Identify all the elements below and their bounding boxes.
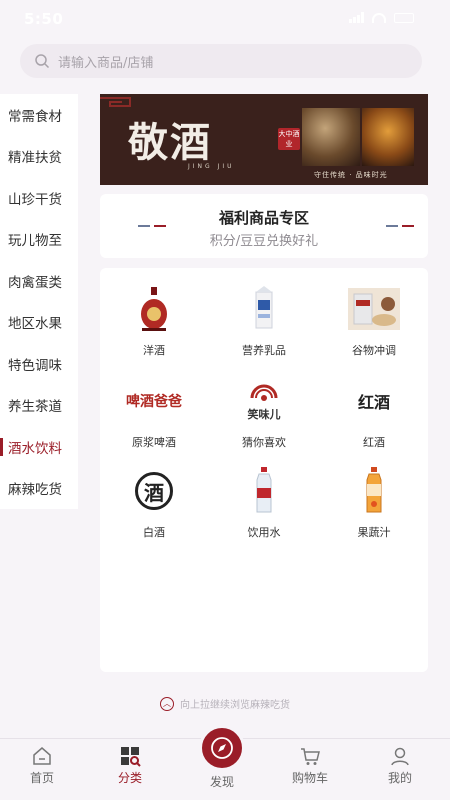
product-item[interactable]: 果蔬汁: [324, 466, 424, 540]
banner-subtitle: JING JIU: [188, 163, 235, 170]
tab-discover-label: 发现: [209, 775, 234, 789]
product-item[interactable]: 啤酒爸爸 原浆啤酒: [104, 376, 204, 450]
product-item[interactable]: 红酒 红酒: [324, 376, 424, 450]
tab-label: 购物车: [291, 771, 328, 785]
banner-title: 敬酒: [128, 119, 212, 166]
sidebar-item[interactable]: 肉禽蛋类: [0, 260, 78, 302]
beer-logo-icon: 啤酒爸爸: [124, 376, 184, 426]
category-sidebar: 常需食材 精准扶贫 山珍干货 玩儿物至 肉禽蛋类 地区水果 特色调味 养生茶道 …: [0, 94, 78, 509]
promo-banner[interactable]: 敬酒 JING JIU 大中酒业 守住传统 · 品味时光: [100, 94, 428, 185]
product-label: 洋酒: [143, 344, 165, 357]
product-label: 红酒: [363, 436, 385, 449]
search-icon: [35, 54, 50, 69]
sidebar-item[interactable]: 玩儿物至: [0, 219, 78, 261]
status-time: 5:50: [24, 10, 64, 28]
bottom-tab-bar: 首页 分类 发现 购物车 我的: [0, 725, 450, 800]
sidebar-item[interactable]: 常需食材: [0, 94, 78, 136]
foreign-liquor-bottle-icon: [124, 284, 184, 334]
baijiu-logo-icon: 酒: [124, 466, 184, 516]
product-label: 饮用水: [247, 526, 281, 539]
welfare-section[interactable]: 福利商品专区 积分/豆豆兑换好礼: [100, 194, 428, 258]
user-icon: [391, 747, 409, 766]
pull-up-hint-text: 向上拉继续浏览麻辣吃货: [180, 700, 290, 711]
recommend-logo-text: 笑味儿: [247, 408, 281, 421]
milk-carton-icon: [234, 284, 294, 334]
banner-seal: 大中酒业: [278, 128, 300, 150]
tab-category[interactable]: 分类: [100, 745, 160, 786]
product-item[interactable]: 酒 白酒: [104, 466, 204, 540]
sidebar-item-label: 地区水果: [8, 316, 62, 333]
search-input[interactable]: 请输入商品/店铺: [20, 44, 422, 78]
product-item[interactable]: 洋酒: [104, 284, 204, 358]
welfare-title: 福利商品专区: [218, 209, 309, 227]
tab-cart[interactable]: 购物车: [280, 745, 340, 786]
home-icon: [33, 747, 51, 765]
beer-logo-text: 啤酒爸爸: [126, 394, 182, 410]
battery-icon: [394, 12, 414, 23]
tab-label: 首页: [29, 771, 54, 785]
sidebar-item-label: 养生茶道: [8, 399, 62, 416]
sidebar-item-label: 山珍干货: [8, 191, 62, 208]
banner-slogan: 守住传统 · 品味时光: [314, 171, 388, 179]
product-item[interactable]: 饮用水: [214, 466, 314, 540]
search-placeholder: 请输入商品/店铺: [58, 55, 154, 71]
sidebar-item[interactable]: 养生茶道: [0, 385, 78, 427]
banner-photo-cup: [362, 108, 414, 166]
recommend-logo-icon: 笑味儿: [234, 376, 294, 426]
tab-label: 我的: [387, 771, 412, 785]
product-label: 果蔬汁: [357, 526, 391, 539]
wifi-icon: [372, 12, 386, 23]
product-label: 白酒: [143, 526, 165, 539]
product-label: 谷物冲调: [352, 344, 396, 357]
sidebar-item-label: 精准扶贫: [8, 150, 62, 167]
baijiu-logo-text: 酒: [135, 472, 173, 510]
tab-label: 分类: [117, 771, 142, 785]
sidebar-item-label: 麻辣吃货: [8, 482, 62, 499]
product-label: 营养乳品: [242, 344, 286, 357]
welfare-subtitle: 积分/豆豆兑换好礼: [209, 234, 319, 249]
sidebar-item[interactable]: 山珍干货: [0, 177, 78, 219]
product-label: 猜你喜欢: [242, 436, 286, 449]
sidebar-item[interactable]: 麻辣吃货: [0, 468, 78, 510]
compass-icon: [211, 737, 233, 759]
tab-home[interactable]: 首页: [12, 745, 72, 786]
water-bottle-icon: [234, 466, 294, 516]
pull-up-hint: ︿ 向上拉继续浏览麻辣吃货: [0, 696, 450, 711]
sidebar-item-active[interactable]: 酒水饮料: [0, 426, 78, 468]
product-item[interactable]: 谷物冲调: [324, 284, 424, 358]
sidebar-item[interactable]: 地区水果: [0, 302, 78, 344]
tab-profile[interactable]: 我的: [370, 745, 430, 786]
cart-icon: [301, 748, 320, 765]
product-label: 原浆啤酒: [132, 436, 176, 449]
sidebar-item[interactable]: 精准扶贫: [0, 136, 78, 178]
product-grid: 洋酒 营养乳品 谷物冲调 啤酒爸爸 原浆啤酒 笑味儿 猜你喜欢 红酒 红酒 酒 …: [100, 268, 428, 672]
status-icons: [349, 12, 414, 23]
sidebar-item[interactable]: 特色调味: [0, 343, 78, 385]
banner-photo-pouring: [302, 108, 360, 166]
sidebar-item-label: 常需食材: [8, 108, 62, 125]
sidebar-item-label: 特色调味: [8, 357, 62, 374]
product-item[interactable]: 笑味儿 猜你喜欢: [214, 376, 314, 450]
tab-discover[interactable]: [199, 725, 245, 771]
juice-bottle-icon: [344, 466, 404, 516]
sidebar-item-label: 酒水饮料: [8, 440, 62, 457]
signal-icon: [349, 12, 364, 23]
red-wine-logo-icon: 红酒: [344, 376, 404, 426]
red-wine-logo-text: 红酒: [357, 393, 390, 412]
sidebar-item-label: 肉禽蛋类: [8, 274, 62, 291]
product-item[interactable]: 营养乳品: [214, 284, 314, 358]
sidebar-item-label: 玩儿物至: [8, 233, 62, 250]
cereal-drink-icon: [344, 284, 404, 334]
category-icon: [121, 747, 141, 767]
status-bar: 5:50: [0, 0, 450, 38]
chevron-up-icon: ︿: [160, 696, 174, 711]
